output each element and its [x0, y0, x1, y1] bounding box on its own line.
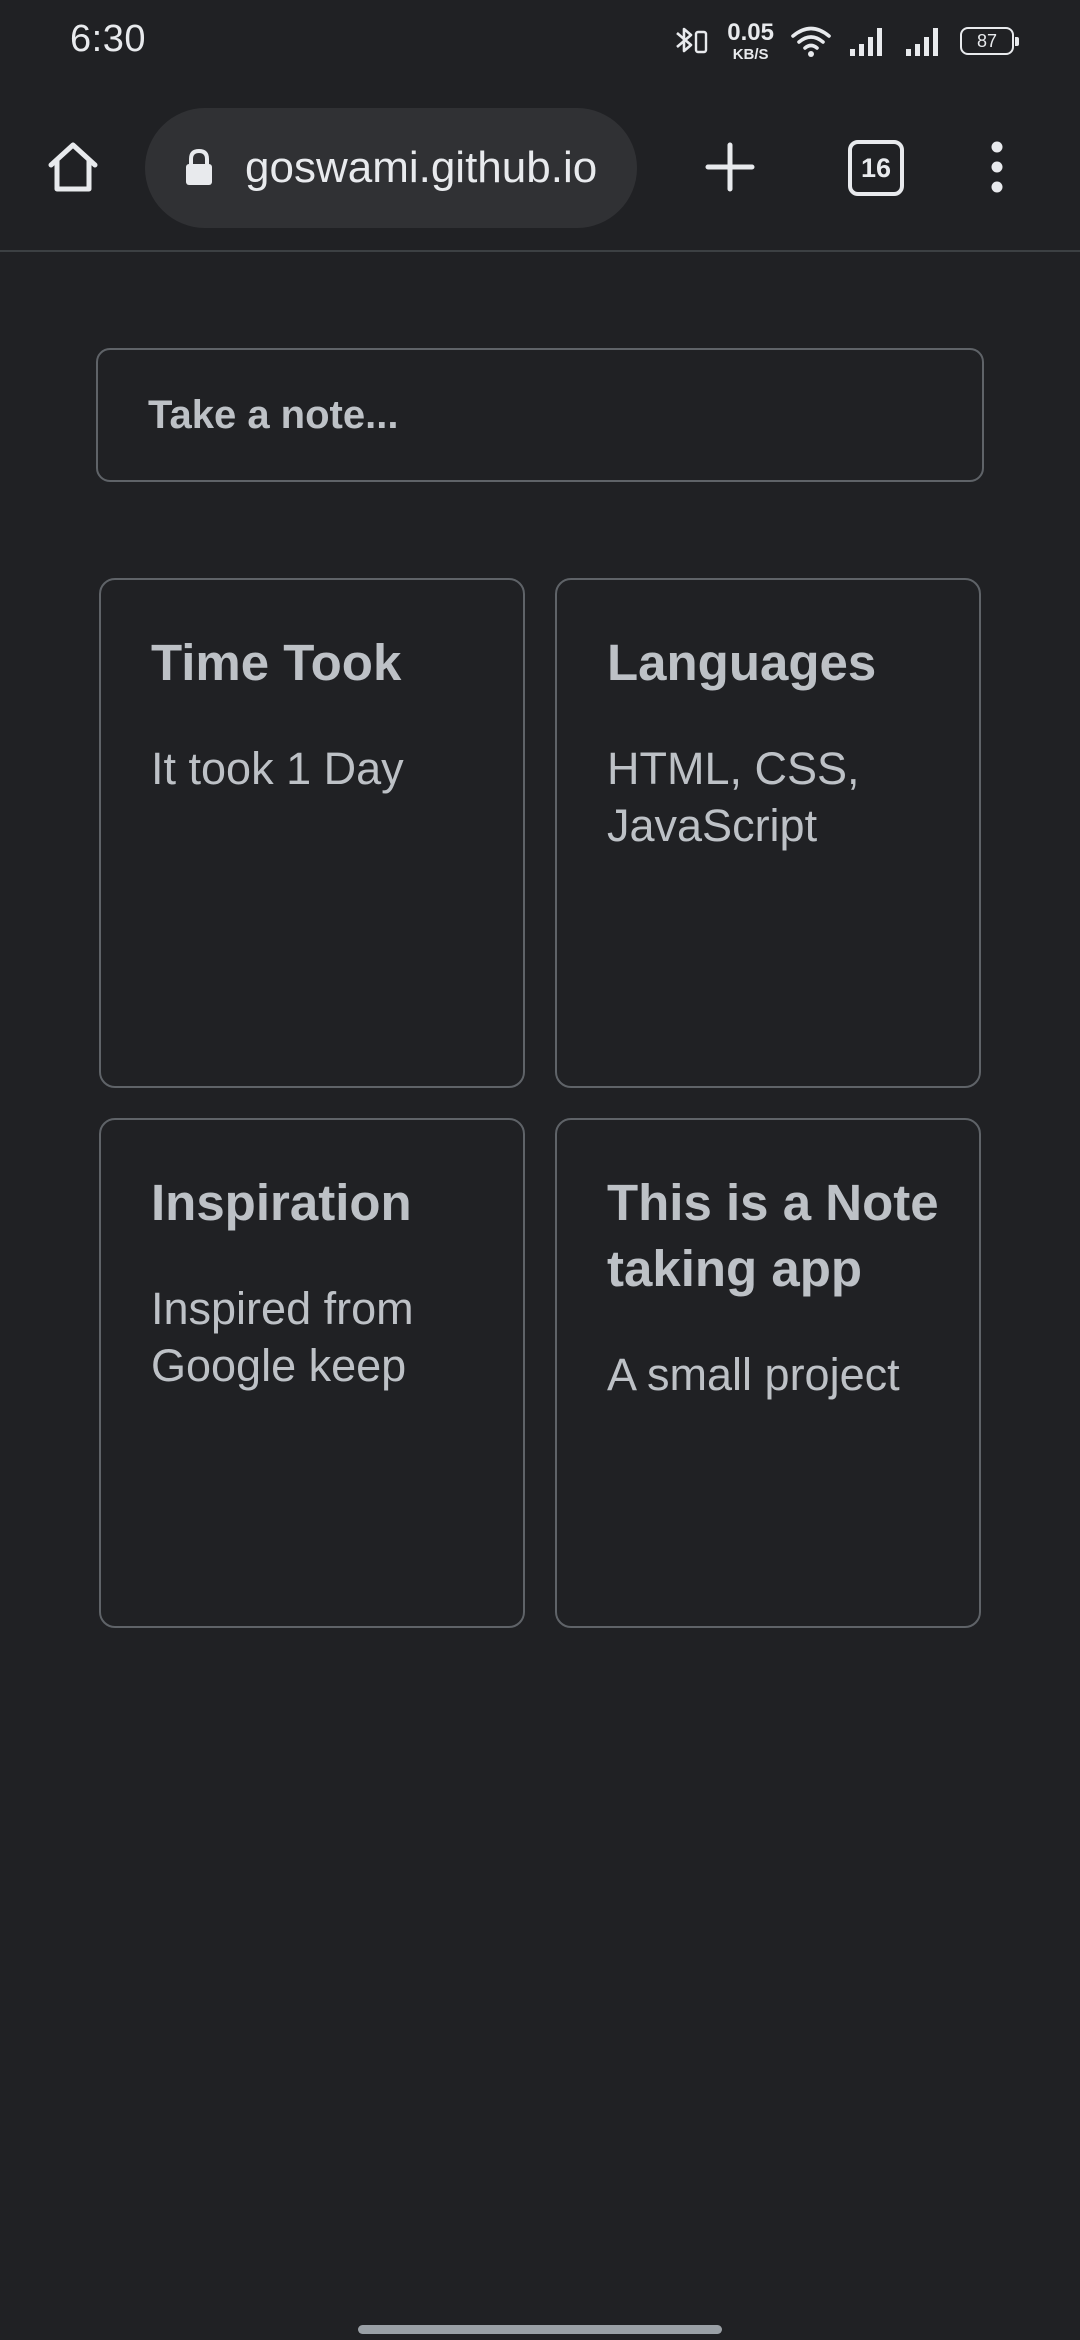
signal-icon — [904, 23, 944, 59]
note-card[interactable]: Time Took It took 1 Day — [99, 578, 525, 1088]
battery-icon: 87 — [960, 27, 1019, 55]
note-title: Languages — [607, 634, 877, 691]
notes-grid: Time Took It took 1 Day Languages HTML, … — [99, 578, 981, 1628]
tab-count: 16 — [860, 152, 892, 183]
note-card[interactable]: This is a Note taking app A small projec… — [555, 1118, 981, 1628]
lock-icon — [183, 148, 215, 193]
note-body: A small project — [607, 1349, 900, 1400]
home-icon — [43, 137, 103, 202]
status-bar: 6:30 0.05 KB/S 87 — [0, 0, 1080, 82]
network-speed-unit: KB/S — [732, 45, 769, 63]
wifi-icon — [790, 23, 832, 59]
take-note-input[interactable] — [98, 350, 982, 480]
note-body: It took 1 Day — [151, 743, 404, 794]
status-icons: 0.05 KB/S 87 — [671, 18, 1019, 64]
note-title: Inspiration — [151, 1174, 412, 1231]
gesture-navigation-bar[interactable] — [358, 2325, 722, 2334]
network-speed: 0.05 KB/S — [727, 18, 774, 63]
browser-toolbar: goswami.github.io 16 — [0, 82, 1080, 252]
note-card[interactable]: Inspiration Inspired from Google keep — [99, 1118, 525, 1628]
note-input-box[interactable] — [96, 348, 984, 482]
more-menu-button[interactable] — [962, 134, 1032, 204]
bluetooth-icon — [671, 23, 711, 59]
battery-level: 87 — [976, 30, 998, 51]
plus-icon — [702, 139, 758, 200]
note-body: Inspired from Google keep — [151, 1283, 414, 1391]
note-title: Time Took — [151, 634, 402, 691]
new-tab-button[interactable] — [695, 134, 765, 204]
home-button[interactable] — [38, 134, 108, 204]
note-card[interactable]: Languages HTML, CSS, JavaScript — [555, 578, 981, 1088]
status-time: 6:30 — [70, 18, 146, 60]
more-vert-icon — [987, 139, 1007, 200]
address-bar[interactable]: goswami.github.io — [145, 108, 637, 228]
url-text: goswami.github.io — [245, 143, 598, 192]
signal-icon — [848, 23, 888, 59]
tab-switcher-button[interactable]: 16 — [848, 140, 904, 196]
note-title: This is a Note taking app — [607, 1174, 939, 1297]
note-body: HTML, CSS, JavaScript — [607, 743, 860, 851]
network-speed-value: 0.05 — [727, 18, 774, 46]
